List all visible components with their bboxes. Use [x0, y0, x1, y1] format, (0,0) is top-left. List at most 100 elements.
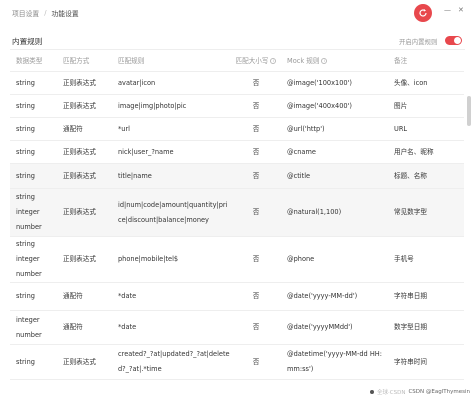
cell-case: 否	[252, 357, 260, 366]
table-row[interactable]: string 通配符 *date 否 @date('yyyy-MM-dd') 字符串日期	[10, 283, 464, 311]
table-row[interactable]: string integer number 正则表达式 phone|mobile|tel…	[10, 237, 464, 283]
cell-case: 否	[252, 292, 260, 300]
type-line: string	[16, 193, 35, 201]
header-mock-label: Mock 规则	[287, 57, 320, 65]
cell-mock: @image('400x400')	[287, 101, 352, 110]
cell-type: string	[10, 169, 57, 184]
table-row[interactable]: string 正则表达式 title|name 否 @ctitle 标题、名称	[10, 164, 464, 189]
table-body: string 正则表达式 avatar|icon 否 @image('100x100')…	[10, 72, 464, 380]
vertical-scrollbar[interactable]	[467, 96, 471, 126]
cell-match: 正则表达式	[63, 78, 96, 87]
cell-type: string integer number	[10, 190, 57, 235]
type-line: number	[16, 223, 42, 231]
type-line: integer	[16, 208, 40, 216]
section-title: 内置规则	[12, 37, 43, 46]
refresh-button[interactable]	[414, 4, 432, 22]
cell-match: 通配符	[63, 323, 83, 331]
type-line: integer	[16, 315, 40, 324]
cell-rule: title|name	[118, 171, 152, 180]
cell-rule: *date	[118, 292, 137, 300]
type-line: string	[16, 124, 35, 133]
cell-note: 常见数字型	[394, 208, 427, 216]
cell-case: 否	[252, 124, 260, 133]
cell-rule: image|img|photo|pic	[118, 101, 187, 110]
refresh-icon	[419, 9, 427, 17]
table-row[interactable]: string 正则表达式 nick|user_?name 否 @cname 用户名、昵称	[10, 141, 464, 164]
section-divider	[10, 49, 465, 50]
close-icon[interactable]: ✕	[458, 6, 464, 14]
type-line: string	[16, 78, 35, 87]
table-row[interactable]: string 通配符 *url 否 @url('http') URL	[10, 118, 464, 141]
breadcrumb-parent[interactable]: 项目设置	[12, 8, 39, 18]
type-line: string	[16, 171, 35, 180]
toggle-label: 开启内置规则	[399, 38, 438, 46]
cell-match: 正则表达式	[63, 255, 96, 263]
breadcrumb-current: 功能设置	[51, 10, 79, 18]
table-row[interactable]: string 正则表达式 created?_?at|updated?_?at|del…	[10, 345, 464, 380]
cell-note: 手机号	[394, 255, 414, 263]
cell-case: 否	[252, 101, 260, 110]
cell-rule: phone|mobile|tel$	[118, 255, 179, 263]
header-type: 数据类型	[16, 57, 43, 65]
cell-mock: @datetime('yyyy-MM-dd HH:mm:ss')	[287, 350, 382, 373]
header-match: 匹配方式	[63, 57, 90, 65]
cell-mock: @natural(1,100)	[287, 208, 342, 216]
table-header: 数据类型 匹配方式 匹配规则 匹配大小写 i Mock 规则 i 备注	[10, 52, 464, 72]
cell-type: string	[10, 122, 57, 137]
cell-note: URL	[394, 124, 408, 133]
cell-mock: @phone	[287, 255, 315, 263]
watermark-text: CSDN @EaglThymesin	[408, 388, 470, 395]
cell-match: 正则表达式	[63, 147, 96, 156]
header-note: 备注	[394, 57, 408, 65]
cell-type: string	[10, 355, 57, 370]
table-row[interactable]: integer number 通配符 *date 否 @date('yyyyMMdd') 数…	[10, 311, 464, 345]
cell-mock: @date('yyyy-MM-dd')	[287, 292, 358, 300]
header-rule-label: 匹配规则	[118, 57, 145, 65]
type-line: integer	[16, 255, 40, 263]
cell-match: 正则表达式	[63, 208, 96, 216]
table-row[interactable]: string 正则表达式 avatar|icon 否 @image('100x100')…	[10, 72, 464, 95]
cell-note: 数字型日期	[394, 323, 427, 331]
info-icon[interactable]: i	[321, 58, 328, 64]
info-icon[interactable]: i	[270, 58, 277, 64]
header-mock: Mock 规则 i	[281, 54, 388, 69]
cell-case: 否	[252, 171, 260, 180]
cell-type: string	[10, 76, 57, 91]
type-line: string	[16, 147, 35, 156]
table-row[interactable]: string 正则表达式 image|img|photo|pic 否 @image('4…	[10, 95, 464, 118]
record-icon	[370, 389, 374, 394]
cell-case: 否	[252, 323, 260, 331]
type-line: string	[16, 101, 35, 110]
cell-mock: @ctitle	[287, 171, 311, 180]
cell-match: 正则表达式	[63, 101, 96, 110]
cell-mock: @date('yyyyMMdd')	[287, 323, 353, 331]
rules-table: 数据类型 匹配方式 匹配规则 匹配大小写 i Mock 规则 i 备注 string…	[10, 52, 464, 380]
table-row[interactable]: string integer number 正则表达式 id|num|code|amou…	[10, 189, 464, 237]
cell-case: 否	[252, 208, 260, 216]
cell-note: 字符串时间	[394, 357, 427, 366]
cell-match: 通配符	[63, 124, 83, 133]
cell-case: 否	[252, 255, 260, 263]
header-case: 匹配大小写 i	[231, 54, 281, 69]
cell-mock: @cname	[287, 147, 316, 156]
cell-case: 否	[252, 78, 260, 87]
cell-mock: @url('http')	[287, 124, 325, 133]
minimize-icon[interactable]: —	[444, 6, 451, 14]
cell-note: 标题、名称	[394, 171, 427, 180]
cell-rule: avatar|icon	[118, 78, 156, 87]
cell-type: string	[10, 99, 57, 114]
cell-note: 头像、icon	[394, 78, 428, 87]
cell-rule: nick|user_?name	[118, 147, 174, 156]
cell-type: string	[10, 145, 57, 160]
header-case-label: 匹配大小写	[235, 57, 269, 65]
type-line: number	[16, 270, 42, 278]
type-line: string	[16, 292, 35, 300]
cell-rule: created?_?at|updated?_?at|deleted?_?at|.…	[118, 350, 230, 373]
builtin-rules-toggle[interactable]	[445, 36, 462, 45]
type-line: number	[16, 330, 42, 339]
cell-rule: id|num|code|amount|quantity|price|discou…	[118, 200, 228, 224]
type-line: string	[16, 240, 35, 248]
cell-type: string	[10, 289, 57, 304]
top-bar: 项目设置 / 功能设置	[0, 0, 474, 26]
breadcrumb-separator: /	[44, 9, 47, 17]
